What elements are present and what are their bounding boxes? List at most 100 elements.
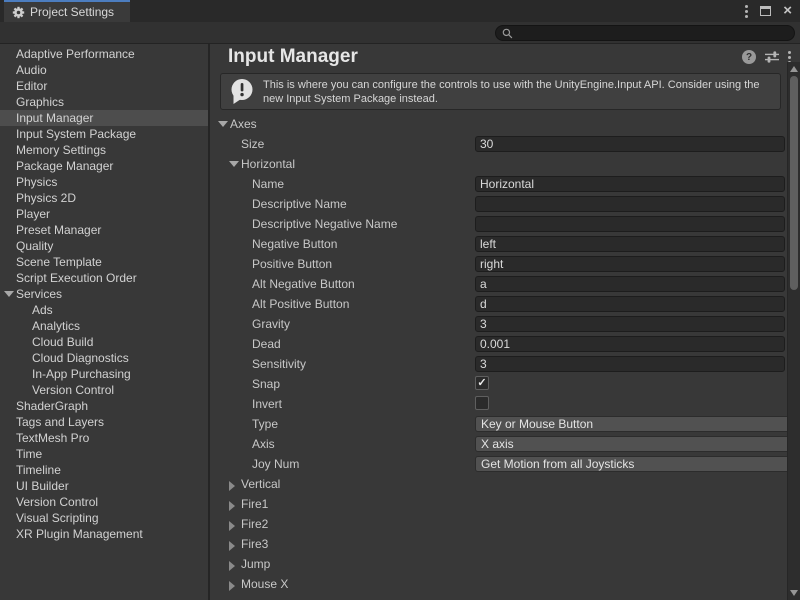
sidebar-item-player[interactable]: Player bbox=[0, 206, 208, 222]
foldout-triangle-icon[interactable] bbox=[218, 121, 228, 127]
positive-button-field[interactable]: right bbox=[475, 256, 785, 272]
row-fire1[interactable]: Fire1 bbox=[212, 494, 787, 514]
sidebar-item-graphics[interactable]: Graphics bbox=[0, 94, 208, 110]
foldout-triangle-icon[interactable] bbox=[229, 561, 235, 571]
setting-label: Dead bbox=[252, 337, 281, 351]
sidebar-item-visual-scripting[interactable]: Visual Scripting bbox=[0, 510, 208, 526]
descriptive-name-field[interactable] bbox=[475, 196, 785, 212]
sidebar-item-physics-2d[interactable]: Physics 2D bbox=[0, 190, 208, 206]
sidebar-item-scene-template[interactable]: Scene Template bbox=[0, 254, 208, 270]
dead-field[interactable]: 0.001 bbox=[475, 336, 785, 352]
joy-num-dropdown[interactable]: Get Motion from all Joysticks bbox=[475, 456, 800, 472]
foldout-triangle-icon[interactable] bbox=[229, 481, 235, 491]
sidebar-item-input-system-package[interactable]: Input System Package bbox=[0, 126, 208, 142]
sidebar-item-cloud-build[interactable]: Cloud Build bbox=[0, 334, 208, 350]
sidebar-item-label: Services bbox=[16, 287, 62, 301]
sidebar-item-shadergraph[interactable]: ShaderGraph bbox=[0, 398, 208, 414]
sidebar-item-audio[interactable]: Audio bbox=[0, 62, 208, 78]
foldout-triangle-icon[interactable] bbox=[229, 581, 235, 591]
sidebar-item-analytics[interactable]: Analytics bbox=[0, 318, 208, 334]
tab-project-settings[interactable]: Project Settings bbox=[4, 0, 130, 22]
row-joy-num: Joy NumGet Motion from all Joysticks bbox=[212, 454, 787, 474]
sidebar-item-in-app-purchasing[interactable]: In-App Purchasing bbox=[0, 366, 208, 382]
descriptive-negative-name-field[interactable] bbox=[475, 216, 785, 232]
sidebar-item-quality[interactable]: Quality bbox=[0, 238, 208, 254]
sidebar-item-time[interactable]: Time bbox=[0, 446, 208, 462]
alt-negative-button-field[interactable]: a bbox=[475, 276, 785, 292]
setting-label: Mouse X bbox=[241, 577, 288, 591]
sidebar-item-ads[interactable]: Ads bbox=[0, 302, 208, 318]
sidebar-item-ui-builder[interactable]: UI Builder bbox=[0, 478, 208, 494]
settings-rows: AxesSize30HorizontalNameHorizontalDescri… bbox=[212, 114, 787, 594]
foldout-triangle-icon[interactable] bbox=[4, 291, 14, 297]
row-mouse-x[interactable]: Mouse X bbox=[212, 574, 787, 594]
scrollbar-thumb[interactable] bbox=[790, 76, 798, 290]
sidebar-item-services[interactable]: Services bbox=[0, 286, 208, 302]
row-positive-button: Positive Button right bbox=[212, 254, 787, 274]
sidebar-item-label: Adaptive Performance bbox=[16, 47, 135, 61]
maximize-icon[interactable] bbox=[760, 6, 771, 16]
sensitivity-field[interactable]: 3 bbox=[475, 356, 785, 372]
panel-header: Input Manager ? bbox=[212, 44, 800, 70]
axis-dropdown[interactable]: X axis bbox=[475, 436, 800, 452]
setting-label: Fire3 bbox=[241, 537, 268, 551]
sidebar-item-editor[interactable]: Editor bbox=[0, 78, 208, 94]
name-field[interactable]: Horizontal bbox=[475, 176, 785, 192]
row-negative-button: Negative Buttonleft bbox=[212, 234, 787, 254]
setting-label: Sensitivity bbox=[252, 357, 306, 371]
type-dropdown[interactable]: Key or Mouse Button bbox=[475, 416, 800, 432]
sidebar-item-version-control[interactable]: Version Control bbox=[0, 494, 208, 510]
row-descriptive-negative-name: Descriptive Negative Name bbox=[212, 214, 787, 234]
foldout-triangle-icon[interactable] bbox=[229, 521, 235, 531]
foldout-triangle-icon[interactable] bbox=[229, 161, 239, 167]
scroll-down-arrow-icon[interactable] bbox=[790, 590, 798, 596]
setting-label: Jump bbox=[241, 557, 270, 571]
sidebar-item-textmesh-pro[interactable]: TextMesh Pro bbox=[0, 430, 208, 446]
sidebar-item-label: Quality bbox=[16, 239, 53, 253]
sidebar-item-tags-and-layers[interactable]: Tags and Layers bbox=[0, 414, 208, 430]
dropdown-value: X axis bbox=[481, 437, 514, 451]
sidebar-item-preset-manager[interactable]: Preset Manager bbox=[0, 222, 208, 238]
close-icon[interactable]: × bbox=[783, 5, 792, 17]
sidebar-item-label: Graphics bbox=[16, 95, 64, 109]
sidebar-item-xr-plugin-management[interactable]: XR Plugin Management bbox=[0, 526, 208, 542]
sidebar-item-label: Tags and Layers bbox=[16, 415, 104, 429]
snap-checkbox[interactable]: ✓ bbox=[475, 376, 489, 390]
sidebar-item-version-control[interactable]: Version Control bbox=[0, 382, 208, 398]
row-axes[interactable]: Axes bbox=[212, 114, 787, 134]
info-box: This is where you can configure the cont… bbox=[220, 73, 781, 110]
setting-label: Fire1 bbox=[241, 497, 268, 511]
row-jump[interactable]: Jump bbox=[212, 554, 787, 574]
alt-positive-button-field[interactable]: d bbox=[475, 296, 785, 312]
search-box[interactable] bbox=[495, 25, 795, 41]
foldout-triangle-icon[interactable] bbox=[229, 501, 235, 511]
gravity-field[interactable]: 3 bbox=[475, 316, 785, 332]
sidebar-item-physics[interactable]: Physics bbox=[0, 174, 208, 190]
sidebar-item-label: Ads bbox=[32, 303, 53, 317]
sidebar-item-script-execution-order[interactable]: Script Execution Order bbox=[0, 270, 208, 286]
sidebar-item-cloud-diagnostics[interactable]: Cloud Diagnostics bbox=[0, 350, 208, 366]
row-descriptive-name: Descriptive Name bbox=[212, 194, 787, 214]
preset-icon[interactable] bbox=[765, 51, 779, 63]
help-icon[interactable]: ? bbox=[742, 50, 756, 64]
search-input[interactable] bbox=[517, 27, 788, 39]
scroll-up-arrow-icon[interactable] bbox=[790, 66, 798, 72]
size-field[interactable]: 30 bbox=[475, 136, 785, 152]
vertical-scrollbar[interactable] bbox=[787, 62, 800, 600]
row-fire3[interactable]: Fire3 bbox=[212, 534, 787, 554]
sidebar-item-package-manager[interactable]: Package Manager bbox=[0, 158, 208, 174]
sidebar-item-memory-settings[interactable]: Memory Settings bbox=[0, 142, 208, 158]
row-fire2[interactable]: Fire2 bbox=[212, 514, 787, 534]
setting-label: Positive Button bbox=[252, 257, 332, 271]
foldout-triangle-icon[interactable] bbox=[229, 541, 235, 551]
sidebar-item-label: Input System Package bbox=[16, 127, 136, 141]
invert-checkbox[interactable] bbox=[475, 396, 489, 410]
negative-button-field[interactable]: left bbox=[475, 236, 785, 252]
sidebar-item-label: Timeline bbox=[16, 463, 61, 477]
sidebar-item-input-manager[interactable]: Input Manager bbox=[0, 110, 208, 126]
sidebar-item-timeline[interactable]: Timeline bbox=[0, 462, 208, 478]
sidebar-item-adaptive-performance[interactable]: Adaptive Performance bbox=[0, 46, 208, 62]
window-menu-icon[interactable] bbox=[745, 5, 748, 18]
row-vertical[interactable]: Vertical bbox=[212, 474, 787, 494]
row-horizontal[interactable]: Horizontal bbox=[212, 154, 787, 174]
